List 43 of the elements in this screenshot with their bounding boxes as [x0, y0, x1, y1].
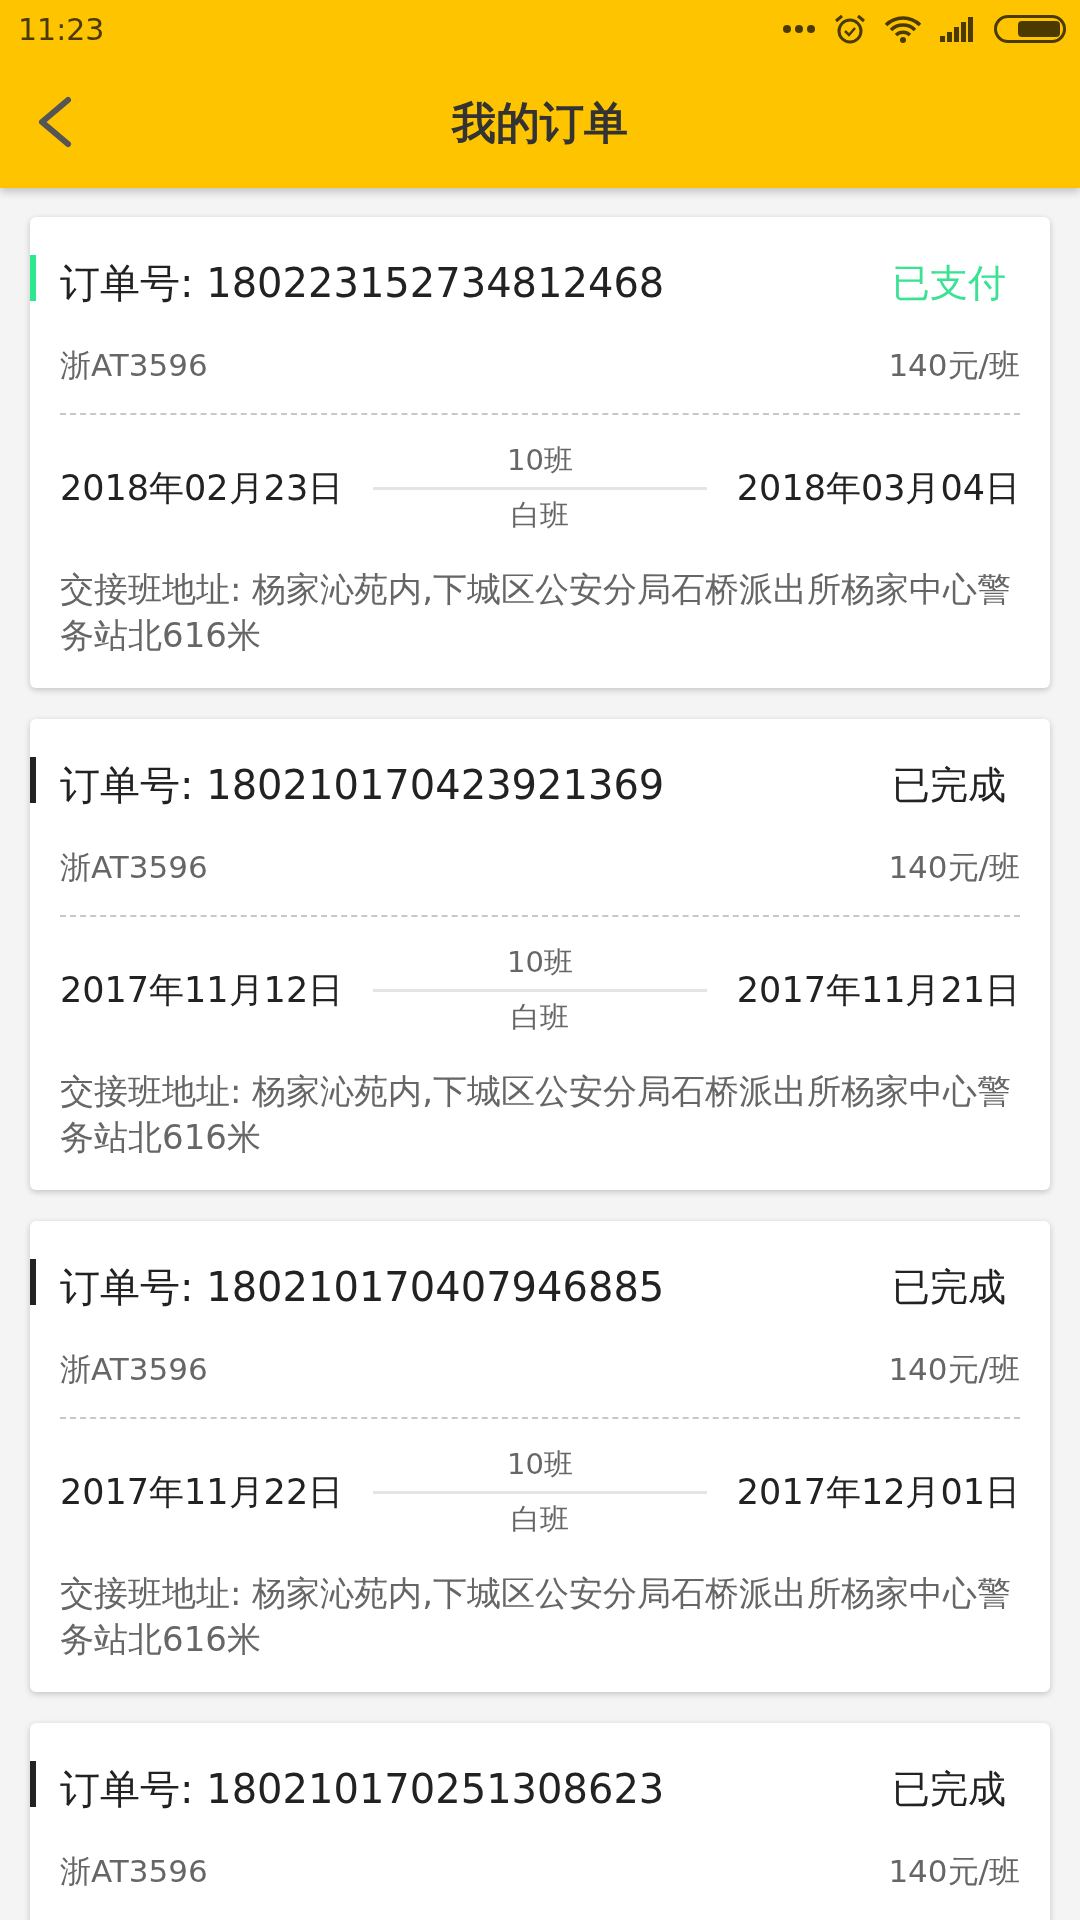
back-icon[interactable] — [36, 96, 72, 148]
wifi-icon — [884, 15, 922, 43]
order-card[interactable]: 订单号: 180210170407946885 已完成 浙AT3596 140元/班 2017年11月22日 10班 白班 2017年12月01日 交接班地址: 杨家沁苑内,下城区公安分局石桥派出所杨家中心警务站北616米 — [30, 1221, 1050, 1692]
price: 140元/班 — [888, 848, 1020, 887]
shift-count: 10班 — [507, 442, 573, 479]
order-status: 已支付 — [891, 259, 1007, 307]
start-date: 2018年02月23日 — [60, 467, 344, 510]
start-date: 2017年11月22日 — [60, 1471, 344, 1514]
shift-type: 白班 — [511, 1501, 569, 1538]
order-number: 订单号: 180210170251308623 — [60, 1764, 665, 1814]
shift-count: 10班 — [507, 944, 573, 981]
signal-icon — [940, 16, 976, 42]
order-status: 已完成 — [891, 1263, 1007, 1311]
end-date: 2017年12月01日 — [736, 1471, 1020, 1514]
price: 140元/班 — [888, 1852, 1020, 1891]
battery-icon — [994, 15, 1066, 43]
page-title: 我的订单 — [452, 95, 628, 150]
license-plate: 浙AT3596 — [60, 848, 208, 887]
end-date: 2017年11月21日 — [736, 969, 1020, 1012]
alarm-icon — [834, 13, 866, 45]
price: 140元/班 — [888, 346, 1020, 385]
status-time: 11:23 — [18, 11, 105, 47]
more-dots-icon — [782, 24, 816, 34]
license-plate: 浙AT3596 — [60, 346, 208, 385]
order-card[interactable]: 订单号: 180210170423921369 已完成 浙AT3596 140元/班 2017年11月12日 10班 白班 2017年11月21日 交接班地址: 杨家沁苑内,下城区公安分局石桥派出所杨家中心警务站北616米 — [30, 719, 1050, 1190]
order-status: 已完成 — [891, 761, 1007, 809]
end-date: 2018年03月04日 — [736, 467, 1020, 510]
license-plate: 浙AT3596 — [60, 1350, 208, 1389]
order-card[interactable]: 订单号: 180223152734812468 已支付 浙AT3596 140元/班 2018年02月23日 10班 白班 2018年03月04日 交接班地址: 杨家沁苑内,下城区公安分局石桥派出所杨家中心警务站北616米 — [30, 217, 1050, 688]
shift-count: 10班 — [507, 1446, 573, 1483]
order-number: 订单号: 180210170423921369 — [60, 760, 665, 810]
order-number: 订单号: 180223152734812468 — [60, 258, 665, 308]
order-number: 订单号: 180210170407946885 — [60, 1262, 665, 1312]
handover-address: 交接班地址: 杨家沁苑内,下城区公安分局石桥派出所杨家中心警务站北616米 — [60, 568, 1013, 657]
handover-address: 交接班地址: 杨家沁苑内,下城区公安分局石桥派出所杨家中心警务站北616米 — [60, 1070, 1013, 1159]
price: 140元/班 — [888, 1350, 1020, 1389]
start-date: 2017年11月12日 — [60, 969, 344, 1012]
order-status: 已完成 — [891, 1765, 1007, 1813]
shift-type: 白班 — [511, 497, 569, 534]
license-plate: 浙AT3596 — [60, 1852, 208, 1891]
shift-type: 白班 — [511, 999, 569, 1036]
order-card[interactable]: 订单号: 180210170251308623 已完成 浙AT3596 140元/班 — [30, 1723, 1050, 1920]
handover-address: 交接班地址: 杨家沁苑内,下城区公安分局石桥派出所杨家中心警务站北616米 — [60, 1572, 1013, 1661]
